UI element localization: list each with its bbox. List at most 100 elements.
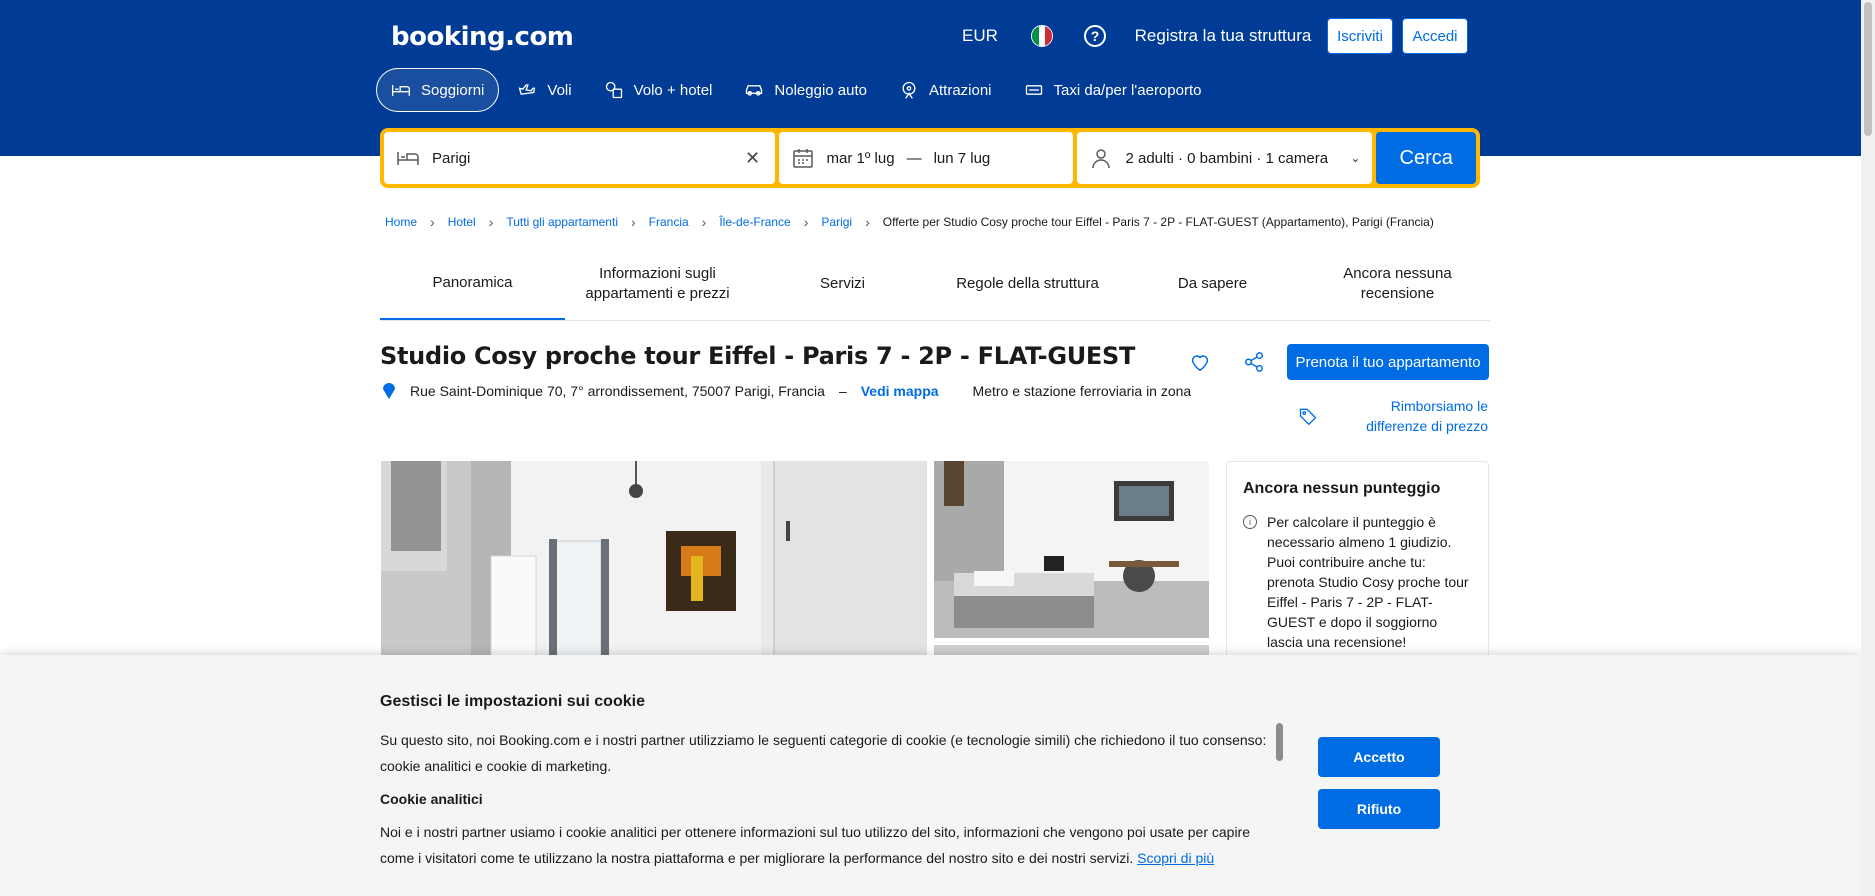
cookie-analytics-body: Noi e i nostri partner usiamo i cookie a… (380, 824, 1251, 866)
signup-button[interactable]: Iscriviti (1327, 18, 1393, 54)
language-button[interactable] (1020, 14, 1064, 58)
breadcrumb-france[interactable]: Francia (649, 215, 689, 229)
chevron-right-icon: › (430, 214, 435, 230)
tab-label: Taxi da/per l'aeroporto (1053, 81, 1202, 99)
address-separator: – (838, 383, 847, 399)
tab-stays[interactable]: Soggiorni (376, 68, 500, 112)
property-tabs: Panoramica Informazioni sugli appartamen… (380, 247, 1490, 321)
tab-apartment-info[interactable]: Informazioni sugli appartamenti e prezzi (565, 247, 750, 320)
reject-cookies-button[interactable]: Rifiuto (1318, 789, 1440, 829)
main-photo[interactable] (381, 461, 927, 656)
breadcrumb-apartments[interactable]: Tutti gli appartamenti (506, 215, 618, 229)
bed-icon (397, 152, 419, 165)
tab-facilities[interactable]: Servizi (750, 247, 935, 320)
review-title: Ancora nessun punteggio (1243, 480, 1441, 497)
destination-field[interactable]: Parigi ✕ (384, 132, 775, 184)
help-button[interactable]: ? (1073, 14, 1117, 58)
plane-icon (518, 84, 536, 95)
guests-summary: 2 adulti · 0 bambini · 1 camera (1125, 149, 1329, 167)
secondary-photo[interactable] (934, 461, 1209, 638)
price-match-link[interactable]: Rimborsiamo le differenze di prezzo (1290, 392, 1488, 440)
tab-label: Volo + hotel (633, 81, 713, 99)
search-button[interactable]: Cerca (1376, 132, 1476, 184)
date-separator: — (906, 149, 922, 167)
cookie-title: Gestisci le impostazioni sui cookie (380, 693, 645, 710)
clear-destination-icon[interactable]: ✕ (743, 148, 763, 168)
room-photo-image (381, 461, 927, 656)
info-icon: i (1243, 515, 1257, 529)
map-pin-icon[interactable] (382, 383, 396, 399)
cookie-text: Gestisci le impostazioni sui cookie Su q… (380, 693, 1270, 883)
cookie-scrollbar[interactable] (1276, 723, 1283, 761)
bedroom-photo-image (934, 461, 1209, 638)
chevron-right-icon: › (803, 214, 809, 230)
date-to: lun 7 lug (933, 149, 991, 167)
breadcrumb-hotel[interactable]: Hotel (448, 215, 476, 229)
reserve-button[interactable]: Prenota il tuo appartamento (1287, 344, 1489, 380)
chevron-right-icon: › (701, 214, 707, 230)
chevron-right-icon: › (488, 214, 494, 230)
breadcrumb-ile-de-france[interactable]: Île-de-France (719, 215, 790, 229)
currency-button[interactable]: EUR (950, 14, 1010, 58)
page-scrollbar[interactable] (1861, 0, 1875, 896)
transport-info: Metro e stazione ferroviaria in zona (972, 383, 1192, 399)
tab-overview[interactable]: Panoramica (380, 247, 565, 320)
help-icon: ? (1084, 25, 1106, 47)
tab-airport-taxi[interactable]: Taxi da/per l'aeroporto (1010, 68, 1216, 112)
cookie-analytics-title: Cookie analitici (380, 791, 483, 807)
price-tag-icon (1299, 408, 1317, 426)
cookie-banner: Gestisci le impostazioni sui cookie Su q… (0, 655, 1861, 896)
breadcrumb-paris[interactable]: Parigi (821, 215, 852, 229)
product-nav: Soggiorni Voli Volo + hotel Noleggio aut… (376, 68, 1215, 112)
tab-house-rules[interactable]: Regole della struttura (935, 247, 1120, 320)
learn-more-link[interactable]: Scopri di più (1137, 850, 1214, 866)
booking-logo[interactable]: booking.com (391, 22, 574, 52)
chevron-right-icon: › (865, 214, 870, 230)
cookie-analytics-text: Noi e i nostri partner usiamo i cookie a… (380, 819, 1270, 871)
login-button[interactable]: Accedi (1402, 18, 1468, 54)
tab-reviews[interactable]: Ancora nessuna recensione (1305, 247, 1490, 320)
property-address: Rue Saint-Dominique 70, 7° arrondissemen… (410, 383, 825, 399)
car-icon (746, 85, 763, 96)
breadcrumb: Home › Hotel › Tutti gli appartamenti › Fra… (385, 214, 1434, 230)
taxi-icon (1025, 85, 1042, 95)
chevron-right-icon: › (630, 214, 636, 230)
breadcrumb-home[interactable]: Home (385, 215, 417, 229)
show-map-link[interactable]: Vedi mappa (861, 383, 939, 399)
tab-label: Soggiorni (421, 81, 485, 99)
price-match-label: Rimborsiamo le differenze di prezzo (1366, 398, 1488, 434)
cookie-intro: Su questo sito, noi Booking.com e i nost… (380, 732, 1267, 774)
calendar-icon (792, 149, 813, 168)
flight-hotel-icon (605, 81, 622, 99)
tab-flights[interactable]: Voli (503, 68, 585, 112)
address-row: Rue Saint-Dominique 70, 7° arrondissemen… (382, 383, 1191, 399)
tab-label: Voli (547, 81, 572, 99)
search-bar: Parigi ✕ mar 1º lug — lun 7 lug 2 adulti… (380, 128, 1480, 188)
tab-flight-hotel[interactable]: Volo + hotel (590, 68, 727, 112)
share-icon (1245, 352, 1263, 372)
tab-attractions[interactable]: Attrazioni (885, 68, 1006, 112)
italian-flag-icon (1031, 25, 1053, 47)
property-title: Studio Cosy proche tour Eiffel - Paris 7… (380, 342, 1136, 370)
register-property-link[interactable]: Registra la tua struttura (1127, 14, 1319, 58)
date-from: mar 1º lug (826, 149, 895, 167)
tab-label: Attrazioni (928, 81, 992, 99)
heart-icon (1191, 355, 1209, 372)
person-icon (1092, 149, 1111, 169)
share-button[interactable] (1232, 340, 1276, 384)
accept-cookies-button[interactable]: Accetto (1318, 737, 1440, 777)
breadcrumb-current: Offerte per Studio Cosy proche tour Eiff… (882, 215, 1434, 229)
bed-icon (392, 85, 410, 96)
attractions-icon (902, 81, 916, 99)
scrollbar-thumb[interactable] (1864, 2, 1872, 136)
tab-fine-print[interactable]: Da sapere (1120, 247, 1305, 320)
chevron-down-icon: ⌄ (1350, 151, 1361, 165)
guests-field[interactable]: 2 adulti · 0 bambini · 1 camera ⌄ (1077, 132, 1373, 184)
tab-label: Noleggio auto (774, 81, 867, 99)
destination-input[interactable]: Parigi (432, 150, 470, 167)
secondary-photo-2[interactable] (934, 645, 1209, 655)
review-text: Per calcolare il punteggio è necessario … (1267, 514, 1469, 650)
save-favorite-button[interactable] (1178, 340, 1222, 384)
dates-field[interactable]: mar 1º lug — lun 7 lug (778, 132, 1074, 184)
tab-car-rental[interactable]: Noleggio auto (730, 68, 881, 112)
